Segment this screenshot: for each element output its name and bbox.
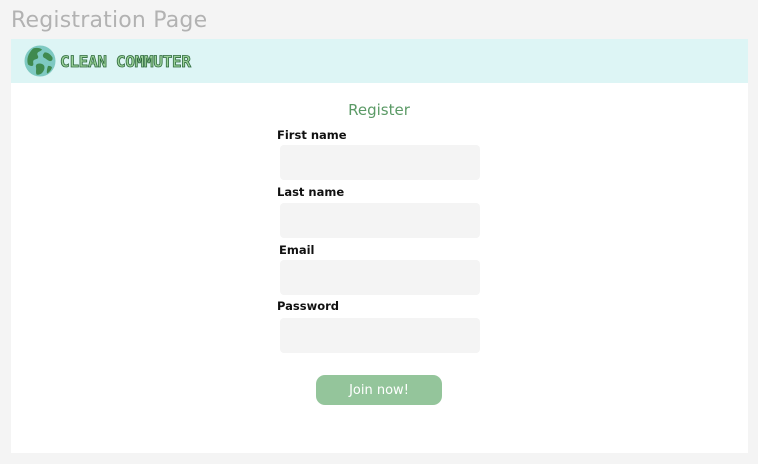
registration-frame: CLEAN COMMUTER Register First name Last … (11, 39, 748, 453)
password-input[interactable] (280, 318, 480, 353)
globe-icon (24, 45, 56, 77)
last-name-label: Last name (277, 185, 345, 199)
email-label: Email (279, 243, 315, 257)
join-now-button[interactable]: Join now! (316, 375, 442, 405)
first-name-label: First name (277, 128, 347, 142)
brand-name: CLEAN COMMUTER (60, 52, 192, 72)
first-name-input[interactable] (280, 145, 480, 180)
form-title: Register (348, 101, 410, 119)
password-label: Password (277, 299, 339, 313)
email-input[interactable] (280, 260, 480, 295)
header-bar: CLEAN COMMUTER (11, 39, 748, 83)
last-name-input[interactable] (280, 203, 480, 238)
page-heading: Registration Page (11, 8, 208, 33)
